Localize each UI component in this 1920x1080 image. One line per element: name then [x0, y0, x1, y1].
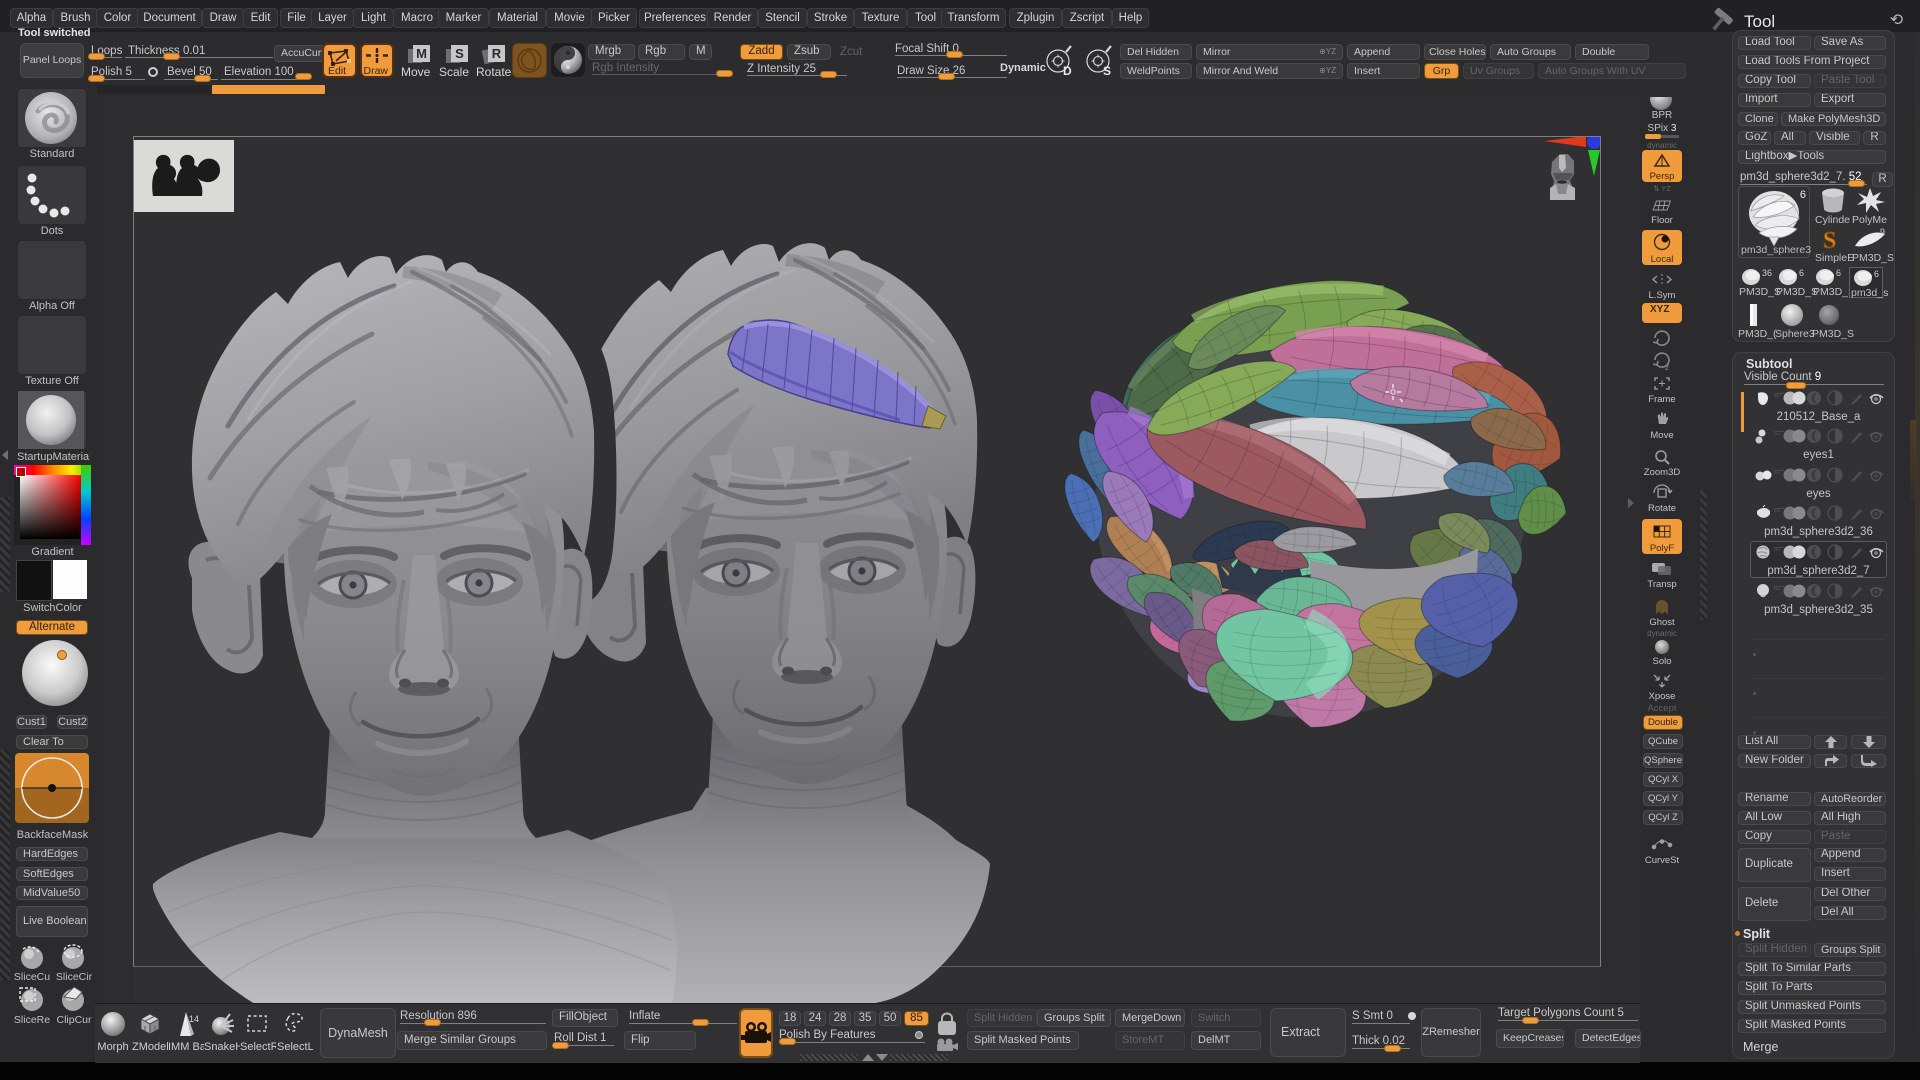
svg-text:XYZ: XYZ	[1650, 304, 1669, 315]
svg-text:6: 6	[1799, 268, 1804, 278]
svg-text:z: z	[1665, 363, 1669, 372]
svg-text:6: 6	[1874, 269, 1879, 279]
svg-text:S: S	[1823, 228, 1836, 252]
svg-text:Draw: Draw	[364, 65, 389, 76]
svg-text:S: S	[1103, 64, 1111, 78]
svg-text:9: 9	[1880, 227, 1885, 237]
svg-text:6: 6	[1836, 268, 1841, 278]
svg-text:D: D	[1063, 64, 1072, 78]
svg-text:36: 36	[1762, 268, 1772, 278]
svg-text:14: 14	[189, 1014, 199, 1024]
svg-text:Edit: Edit	[328, 65, 346, 76]
